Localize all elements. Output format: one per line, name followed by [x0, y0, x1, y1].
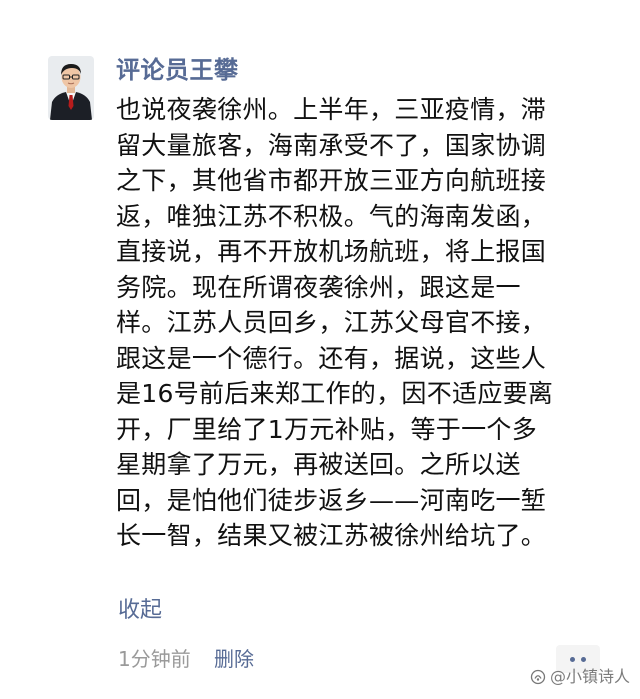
post-text-line: 直接说，再不开放机场航班，将上报国	[116, 237, 547, 266]
post-content: 也说夜袭徐州。上半年，三亚疫情，滞 留大量旅客，海南承受不了，国家协调 之下，其…	[116, 92, 616, 554]
post-text-line: 跟这是一个德行。还有，据说，这些人	[116, 343, 547, 373]
post-text-line: 回，是怕他们徒步返乡——河南吃一堑	[116, 485, 547, 515]
watermark-text: @小镇诗人	[550, 667, 631, 686]
more-dots-icon	[570, 656, 575, 662]
post-text-line: 务院。现在所谓夜袭徐州，跟这是一	[116, 272, 521, 302]
post-text-line: 样。江苏人员回乡，江苏父母官不接，	[116, 308, 547, 337]
post-timestamp: 1分钟前	[118, 647, 191, 671]
watermark: @小镇诗人	[530, 666, 630, 688]
collapse-button[interactable]: 收起	[118, 596, 162, 626]
avatar[interactable]	[48, 56, 94, 120]
post-text-line: 留大量旅客，海南承受不了，国家协调	[116, 130, 547, 160]
post-text-line: 长一智，结果又被江苏被徐州给坑了。	[116, 521, 547, 550]
post-text-line: 开，厂里给了1万元补贴，等于一个多	[116, 414, 538, 444]
post-text-line: 之下，其他省市都开放三亚方向航班接	[116, 166, 547, 195]
watermark-logo-icon	[530, 669, 546, 685]
post-text-line: 也说夜袭徐州。上半年，三亚疫情，滞	[116, 95, 547, 124]
post-text-line: 返，唯独江苏不积极。气的海南发函，	[116, 201, 547, 231]
avatar-portrait-icon	[48, 56, 94, 120]
delete-button[interactable]: 删除	[214, 645, 254, 673]
post-text-line: 是16号前后来郑工作的，因不适应要离	[116, 379, 554, 408]
post-text-line: 星期拿了万元，再被送回。之所以送	[116, 450, 521, 479]
moments-post: 评论员王攀 也说夜袭徐州。上半年，三亚疫情，滞 留大量旅客，海南承受不了，国家协…	[0, 0, 640, 699]
author-name[interactable]: 评论员王攀	[116, 54, 239, 86]
more-dots-icon	[581, 656, 586, 662]
